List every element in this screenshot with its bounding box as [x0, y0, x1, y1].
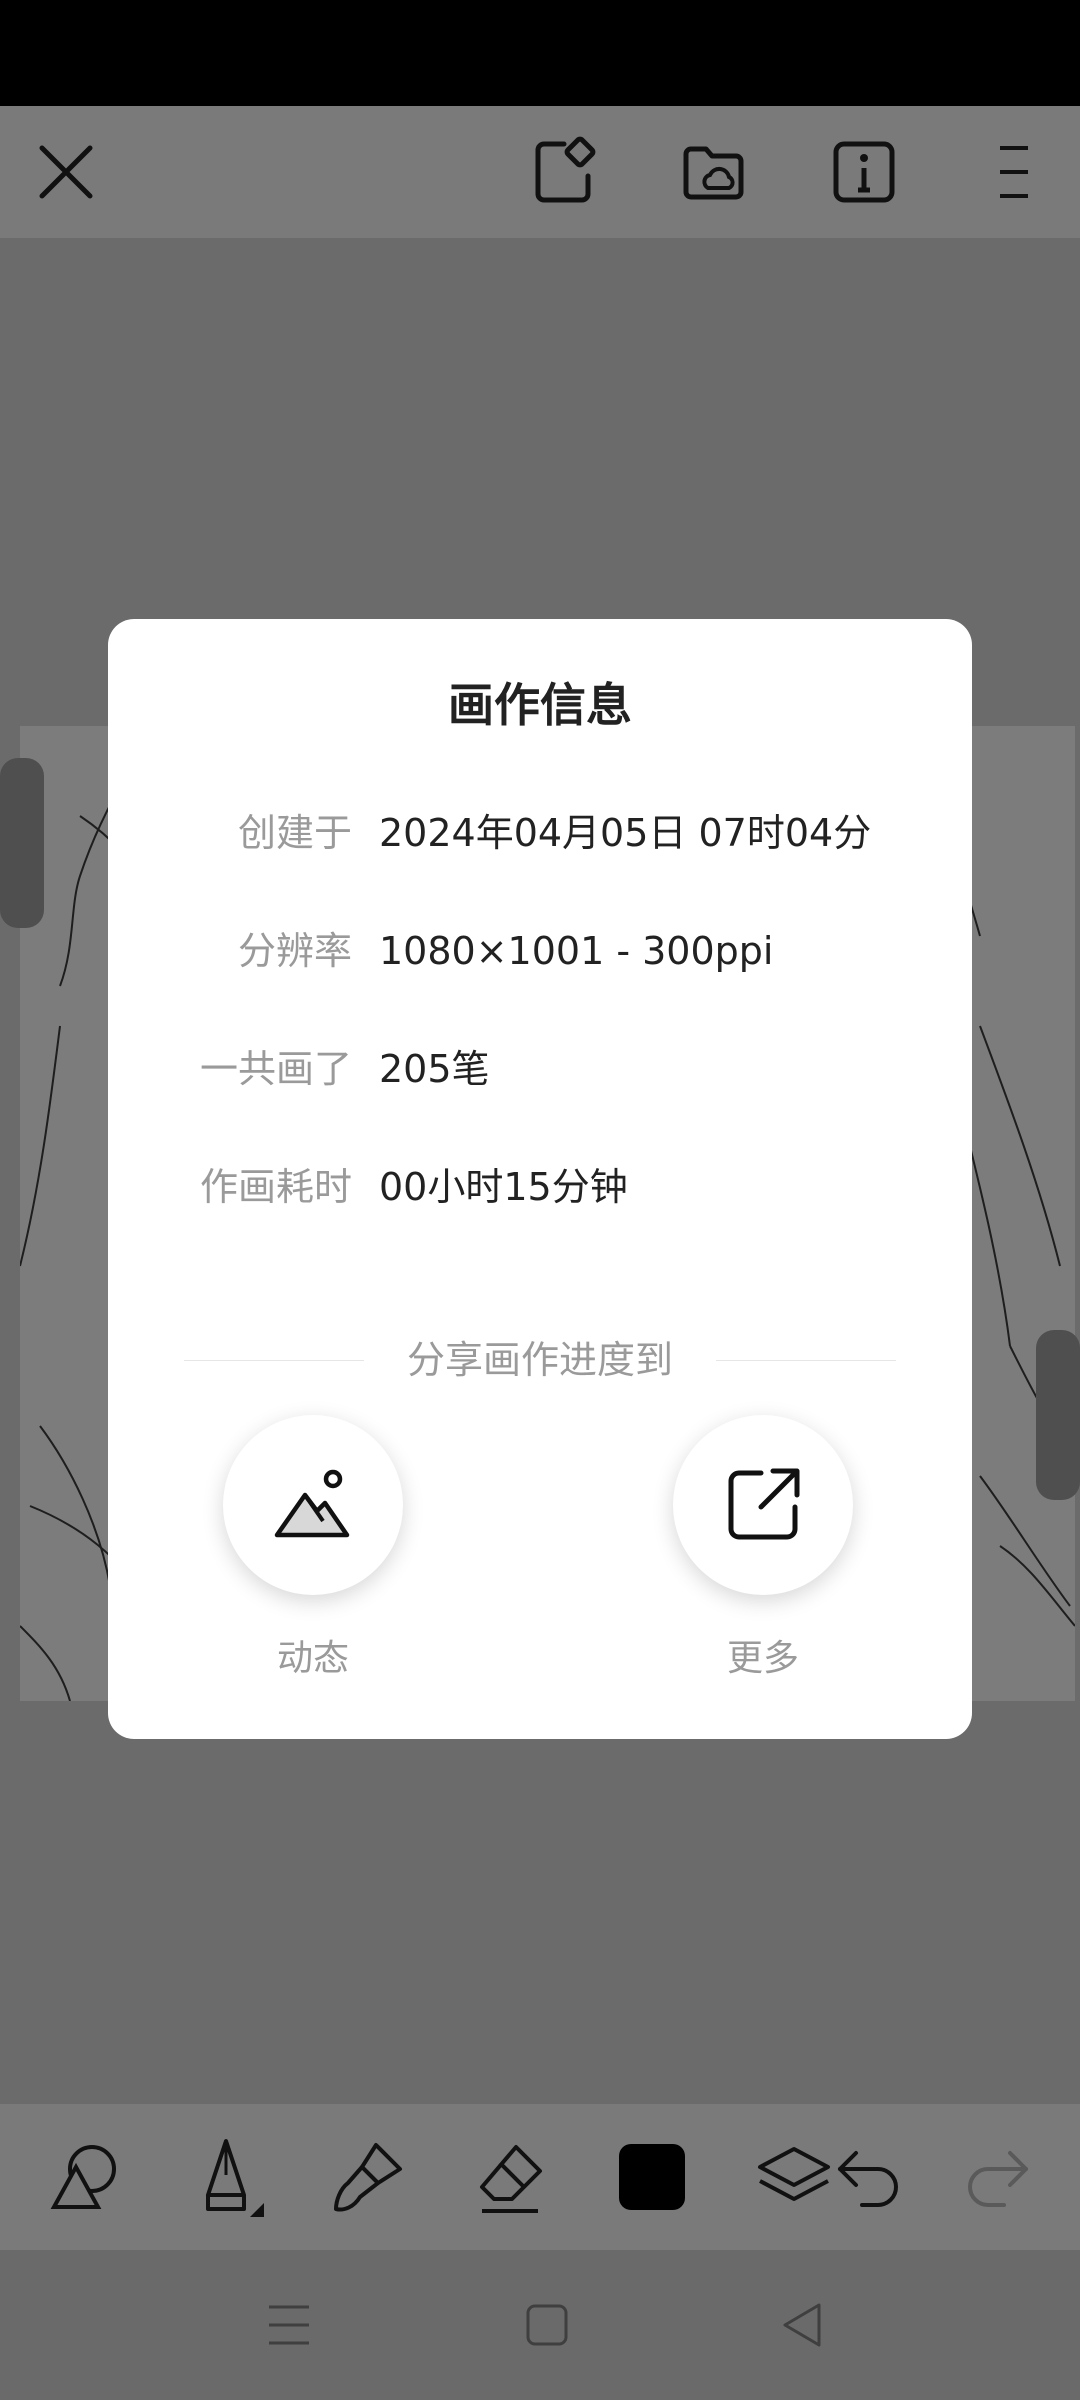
menu-icon [1000, 146, 1028, 198]
close-button[interactable] [20, 126, 112, 218]
info-row-strokes: 一共画了 205笔 [108, 1039, 972, 1099]
edit-shape-button[interactable] [520, 126, 612, 218]
undo-icon [838, 2151, 898, 2207]
info-row-duration: 作画耗时 00小时15分钟 [108, 1157, 972, 1217]
brush-icon [334, 2143, 402, 2212]
share-more-button[interactable] [673, 1415, 853, 1595]
info-row-created: 创建于 2024年04月05日 07时04分 [108, 803, 972, 863]
bottom-toolbar [0, 2104, 1080, 2250]
redo-icon [968, 2151, 1028, 2207]
back-icon [783, 2303, 821, 2347]
share-more-label: 更多 [726, 1638, 799, 1679]
resolution-label: 分辨率 [237, 929, 352, 973]
pen-tool[interactable] [178, 2129, 274, 2225]
home-button[interactable] [512, 2290, 582, 2360]
color-swatch [619, 2144, 685, 2210]
redo-button[interactable] [950, 2129, 1046, 2225]
left-slider-handle[interactable] [0, 758, 44, 928]
info-button[interactable] [818, 126, 910, 218]
dialog-title: 画作信息 [448, 678, 632, 732]
mountain-image-icon [274, 1469, 350, 1538]
edit-shape-icon [535, 136, 596, 203]
strokes-label: 一共画了 [199, 1047, 352, 1091]
shapes-tool[interactable] [36, 2129, 132, 2225]
created-label: 创建于 [237, 811, 352, 855]
share-divider: 分享画作进度到 [184, 1335, 896, 1385]
cloud-folder-icon [683, 146, 744, 200]
info-icon [833, 141, 895, 203]
strokes-value: 205笔 [379, 1047, 490, 1091]
duration-value: 00小时15分钟 [379, 1165, 628, 1209]
undo-button[interactable] [820, 2129, 916, 2225]
share-moments-button[interactable] [223, 1415, 403, 1595]
back-button[interactable] [768, 2290, 838, 2360]
share-moments-label: 动态 [276, 1638, 349, 1679]
created-value: 2024年04月05日 07时04分 [379, 811, 872, 855]
cloud-folder-button[interactable] [668, 126, 760, 218]
share-heading: 分享画作进度到 [406, 1338, 673, 1382]
resolution-value: 1080×1001 - 300ppi [379, 929, 774, 973]
top-toolbar [0, 106, 1080, 238]
close-icon [39, 145, 93, 199]
home-icon [526, 2304, 568, 2346]
color-picker[interactable] [604, 2129, 700, 2225]
eraser-tool[interactable] [462, 2129, 558, 2225]
recents-icon [269, 2305, 309, 2345]
status-bar [0, 0, 1080, 106]
eraser-icon [480, 2145, 542, 2213]
pen-icon [206, 2139, 264, 2217]
external-share-icon [728, 1468, 800, 1540]
recents-button[interactable] [254, 2290, 324, 2360]
duration-label: 作画耗时 [199, 1165, 352, 1209]
right-slider-handle[interactable] [1036, 1330, 1080, 1500]
menu-button[interactable] [968, 126, 1060, 218]
artwork-info-dialog: 画作信息 创建于 2024年04月05日 07时04分 分辨率 1080×100… [108, 619, 972, 1739]
brush-tool[interactable] [320, 2129, 416, 2225]
shapes-icon [50, 2145, 116, 2209]
system-nav-bar [0, 2250, 1080, 2400]
info-row-resolution: 分辨率 1080×1001 - 300ppi [108, 921, 972, 981]
